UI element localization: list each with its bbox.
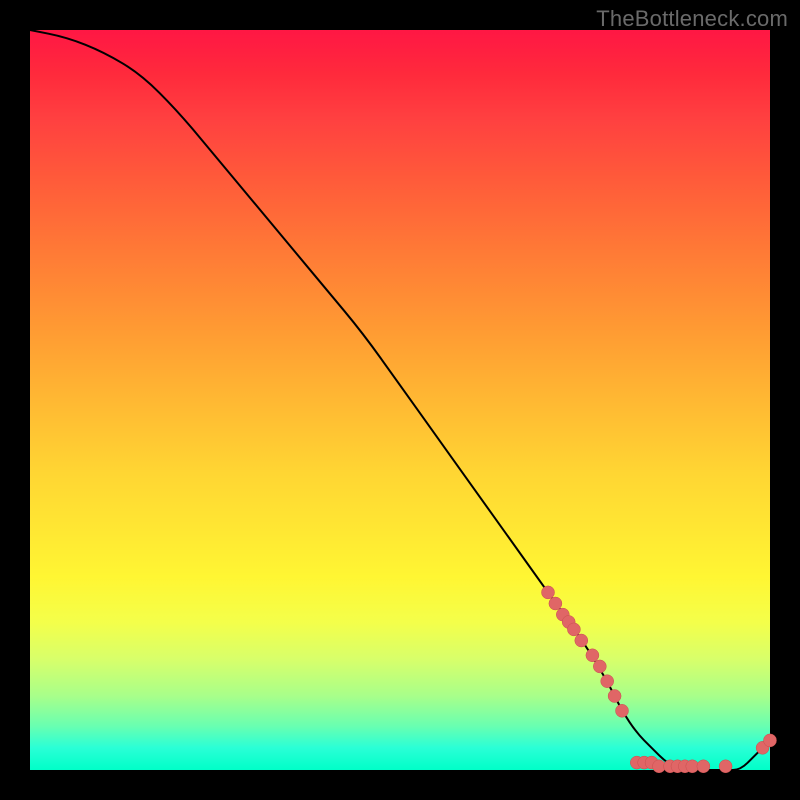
chart-stage: TheBottleneck.com	[0, 0, 800, 800]
plot-area	[30, 30, 770, 770]
watermark-text: TheBottleneck.com	[596, 6, 788, 32]
